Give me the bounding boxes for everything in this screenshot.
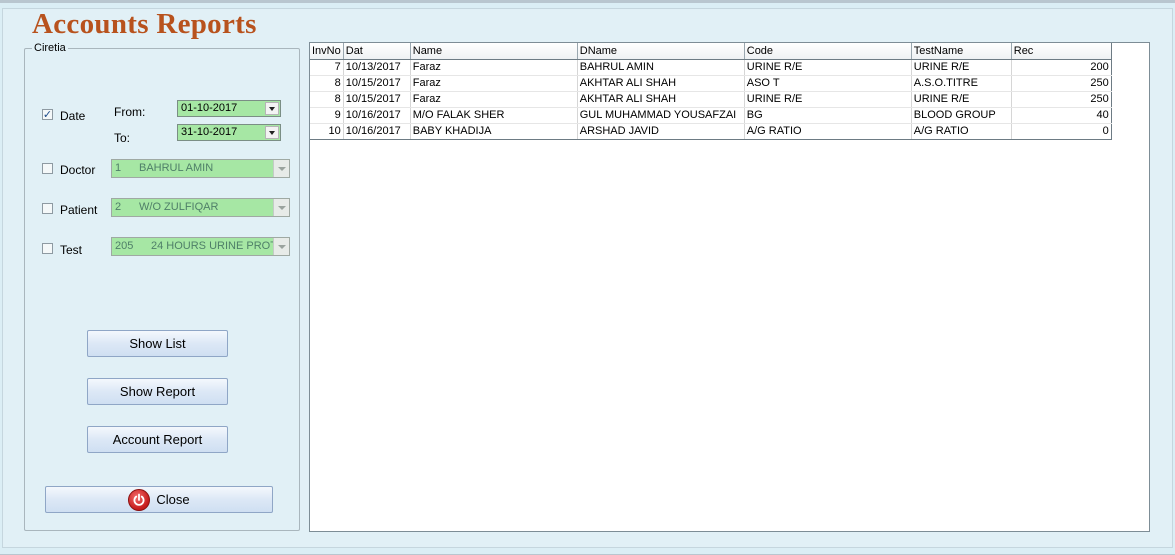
patient-label: Patient — [60, 203, 98, 217]
cell-code[interactable]: A/G RATIO — [744, 123, 912, 140]
account-report-button[interactable]: Account Report — [87, 426, 228, 453]
table-row[interactable]: 7 10/13/2017 Faraz BAHRUL AMIN URINE R/E… — [310, 59, 1112, 76]
date-label: Date — [60, 109, 86, 123]
cell-testname[interactable]: A.S.O.TITRE — [911, 75, 1012, 92]
cell-dat[interactable]: 10/13/2017 — [343, 59, 411, 76]
table-row[interactable]: 8 10/15/2017 Faraz AKHTAR ALI SHAH ASO T… — [310, 75, 1112, 92]
cell-dname[interactable]: GUL MUHAMMAD YOUSAFZAI — [577, 107, 745, 124]
from-date-value: 01-10-2017 — [181, 102, 238, 114]
cell-testname[interactable]: URINE R/E — [911, 91, 1012, 108]
cell-name[interactable]: BABY KHADIJA — [410, 123, 578, 140]
doctor-label: Doctor — [60, 163, 96, 177]
doctor-code: 1 — [115, 162, 122, 174]
column-header-code[interactable]: Code — [744, 43, 912, 60]
test-code: 205 — [115, 240, 134, 252]
chevron-down-icon[interactable] — [273, 199, 289, 216]
column-header-testname[interactable]: TestName — [911, 43, 1012, 60]
table-row[interactable]: 10 10/16/2017 BABY KHADIJA ARSHAD JAVID … — [310, 123, 1112, 140]
cell-code[interactable]: URINE R/E — [744, 91, 912, 108]
cell-dname[interactable]: AKHTAR ALI SHAH — [577, 91, 745, 108]
cell-invno[interactable]: 7 — [310, 59, 344, 76]
power-icon — [128, 488, 151, 511]
cell-rec[interactable]: 250 — [1011, 91, 1112, 108]
column-header-invno[interactable]: InvNo — [310, 43, 344, 60]
cell-dname[interactable]: BAHRUL AMIN — [577, 59, 745, 76]
cell-dat[interactable]: 10/16/2017 — [343, 123, 411, 140]
results-grid[interactable]: InvNo Dat Name DName Code TestName Rec 7… — [310, 43, 1112, 140]
date-checkbox[interactable]: ✓ — [42, 109, 53, 120]
test-select[interactable]: 205 24 HOURS URINE PROT — [111, 237, 290, 256]
chevron-down-icon[interactable] — [265, 102, 279, 115]
to-label: To: — [114, 131, 131, 145]
cell-name[interactable]: Faraz — [410, 75, 578, 92]
cell-dat[interactable]: 10/15/2017 — [343, 75, 411, 92]
column-header-name[interactable]: Name — [410, 43, 578, 60]
to-date-value: 31-10-2017 — [181, 126, 238, 138]
cell-invno[interactable]: 9 — [310, 107, 344, 124]
doctor-value: BAHRUL AMIN — [139, 162, 214, 174]
cell-rec[interactable]: 250 — [1011, 75, 1112, 92]
table-row[interactable]: 9 10/16/2017 M/O FALAK SHER GUL MUHAMMAD… — [310, 107, 1112, 124]
cell-rec[interactable]: 40 — [1011, 107, 1112, 124]
column-header-rec[interactable]: Rec — [1011, 43, 1112, 60]
show-list-button[interactable]: Show List — [87, 330, 228, 357]
cell-dname[interactable]: ARSHAD JAVID — [577, 123, 745, 140]
grid-header-row: InvNo Dat Name DName Code TestName Rec — [310, 43, 1112, 60]
chevron-down-icon[interactable] — [273, 238, 289, 255]
cell-invno[interactable]: 10 — [310, 123, 344, 140]
doctor-checkbox[interactable] — [42, 163, 53, 174]
chevron-down-icon[interactable] — [273, 160, 289, 177]
cell-dat[interactable]: 10/15/2017 — [343, 91, 411, 108]
close-button[interactable]: Close — [45, 486, 273, 513]
cell-code[interactable]: URINE R/E — [744, 59, 912, 76]
cell-invno[interactable]: 8 — [310, 75, 344, 92]
patient-value: W/O ZULFIQAR — [139, 201, 219, 213]
patient-select[interactable]: 2 W/O ZULFIQAR — [111, 198, 290, 217]
table-row[interactable]: 8 10/15/2017 Faraz AKHTAR ALI SHAH URINE… — [310, 91, 1112, 108]
criteria-legend: Ciretia — [32, 42, 68, 54]
test-value: 24 HOURS URINE PROT — [151, 240, 277, 252]
results-grid-panel[interactable]: InvNo Dat Name DName Code TestName Rec 7… — [309, 42, 1150, 532]
to-date-picker[interactable]: 31-10-2017 — [177, 124, 281, 141]
cell-testname[interactable]: URINE R/E — [911, 59, 1012, 76]
test-checkbox[interactable] — [42, 243, 53, 254]
test-label: Test — [60, 243, 83, 257]
cell-dname[interactable]: AKHTAR ALI SHAH — [577, 75, 745, 92]
doctor-select[interactable]: 1 BAHRUL AMIN — [111, 159, 290, 178]
cell-rec[interactable]: 0 — [1011, 123, 1112, 140]
column-header-dat[interactable]: Dat — [343, 43, 411, 60]
from-date-picker[interactable]: 01-10-2017 — [177, 100, 281, 117]
from-label: From: — [114, 105, 146, 119]
check-icon: ✓ — [42, 108, 53, 121]
cell-invno[interactable]: 8 — [310, 91, 344, 108]
patient-code: 2 — [115, 201, 122, 213]
column-header-dname[interactable]: DName — [577, 43, 745, 60]
close-button-label: Close — [156, 492, 190, 507]
patient-checkbox[interactable] — [42, 203, 53, 214]
chevron-down-icon[interactable] — [265, 126, 279, 139]
cell-dat[interactable]: 10/16/2017 — [343, 107, 411, 124]
cell-code[interactable]: BG — [744, 107, 912, 124]
cell-rec[interactable]: 200 — [1011, 59, 1112, 76]
cell-name[interactable]: M/O FALAK SHER — [410, 107, 578, 124]
cell-name[interactable]: Faraz — [410, 91, 578, 108]
show-report-button[interactable]: Show Report — [87, 378, 228, 405]
cell-name[interactable]: Faraz — [410, 59, 578, 76]
cell-code[interactable]: ASO T — [744, 75, 912, 92]
page-title: Accounts Reports — [32, 8, 257, 40]
cell-testname[interactable]: A/G RATIO — [911, 123, 1012, 140]
cell-testname[interactable]: BLOOD GROUP — [911, 107, 1012, 124]
